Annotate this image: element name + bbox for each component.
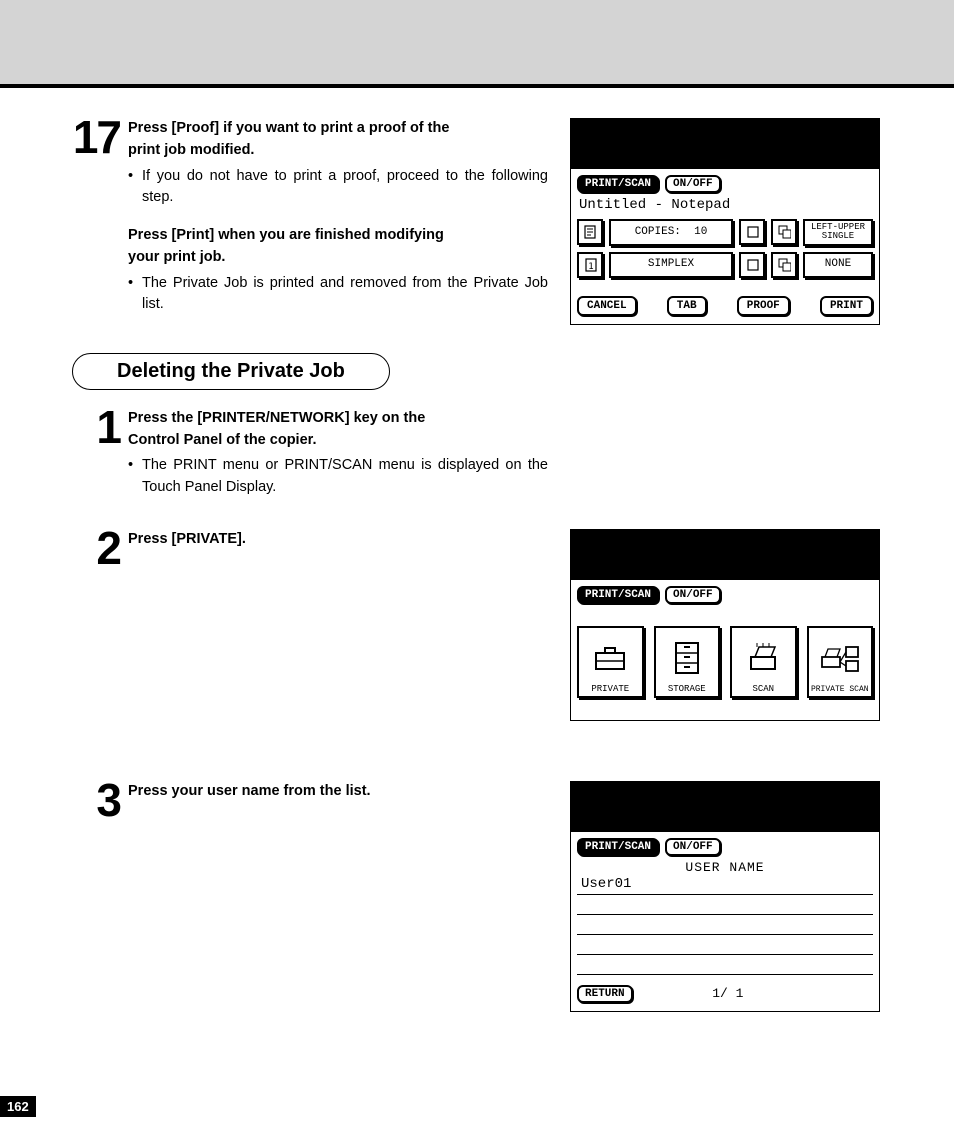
briefcase-icon <box>592 632 628 684</box>
document-name: Untitled - Notepad <box>579 197 873 213</box>
svg-text:1: 1 <box>588 262 593 272</box>
layout-icon-2[interactable] <box>771 252 797 278</box>
cabinet-icon <box>672 632 702 684</box>
step-1-number: 1 <box>68 408 128 447</box>
user-name-header: USER NAME <box>577 860 873 875</box>
onoff-button[interactable]: ON/OFF <box>665 175 721 193</box>
step-17-heading2-line1: Press [Print] when you are finished modi… <box>128 225 548 247</box>
printscan-button[interactable]: PRINT/SCAN <box>577 838 659 856</box>
copies-field[interactable]: COPIES: 10 <box>609 219 733 246</box>
step-2-heading: Press [PRIVATE]. <box>128 529 548 551</box>
tab-button[interactable]: TAB <box>667 296 707 316</box>
user-row-2[interactable] <box>577 895 873 915</box>
step-1-bullet: The PRINT menu or PRINT/SCAN menu is dis… <box>142 455 548 499</box>
onoff-button[interactable]: ON/OFF <box>665 838 721 856</box>
user-row-4[interactable] <box>577 935 873 955</box>
step-17-row: 17 Press [Proof] if you want to print a … <box>68 118 886 325</box>
step-17-heading-line1: Press [Proof] if you want to print a pro… <box>128 118 548 140</box>
print-button[interactable]: PRINT <box>820 296 873 316</box>
network-scanner-icon <box>820 632 860 685</box>
scanner-icon <box>745 632 781 684</box>
proof-button[interactable]: PROOF <box>737 296 790 316</box>
screen-blackbar <box>571 782 879 832</box>
page-counter: 1/ 1 <box>633 986 823 1001</box>
step-2-row: 2 Press [PRIVATE]. PRINT/SCAN ON/OFF <box>68 529 886 721</box>
section-title-wrap: Deleting the Private Job <box>72 353 886 390</box>
user-row-1[interactable]: User01 <box>577 875 873 895</box>
step-17-bullet-1: If you do not have to print a proof, pro… <box>142 166 548 210</box>
cancel-button[interactable]: CANCEL <box>577 296 637 316</box>
step-3-heading: Press your user name from the list. <box>128 781 548 803</box>
copier-screen-main-menu: PRINT/SCAN ON/OFF PRIVATE STORAGE <box>570 529 880 721</box>
printscan-button[interactable]: PRINT/SCAN <box>577 175 659 193</box>
document-icon[interactable] <box>577 219 603 245</box>
simplex-icon[interactable]: 1 <box>577 252 603 278</box>
printscan-button[interactable]: PRINT/SCAN <box>577 586 659 604</box>
section-title: Deleting the Private Job <box>72 353 390 390</box>
scan-menu-button[interactable]: SCAN <box>730 626 797 698</box>
simplex-field[interactable]: SIMPLEX <box>609 252 733 278</box>
step-17-heading2-line2: your print job. <box>128 247 548 269</box>
storage-menu-button[interactable]: STORAGE <box>654 626 721 698</box>
step-17-bullet-2: The Private Job is printed and removed f… <box>142 273 548 317</box>
step-1-heading-a: Press the [PRINTER/NETWORK] key on the <box>128 408 548 430</box>
staple-field[interactable]: LEFT-UPPER SINGLE <box>803 219 873 246</box>
step-3-number: 3 <box>68 781 128 820</box>
header-bar <box>0 0 954 88</box>
screen-blackbar <box>571 530 879 580</box>
private-menu-button[interactable]: PRIVATE <box>577 626 644 698</box>
step-1-row: 1 Press the [PRINTER/NETWORK] key on the… <box>68 408 886 499</box>
page-number: 162 <box>0 1096 36 1117</box>
page-icon-1[interactable] <box>739 219 765 245</box>
user-row-5[interactable] <box>577 955 873 975</box>
page-icon-2[interactable] <box>771 219 797 245</box>
step-1-heading-b: Control Panel of the copier. <box>128 430 548 452</box>
copier-screen-user-list: PRINT/SCAN ON/OFF USER NAME User01 RETUR… <box>570 781 880 1012</box>
onoff-button[interactable]: ON/OFF <box>665 586 721 604</box>
copier-screen-print-settings: PRINT/SCAN ON/OFF Untitled - Notepad COP… <box>570 118 880 325</box>
page-content: 17 Press [Proof] if you want to print a … <box>0 88 954 1145</box>
private-scan-menu-button[interactable]: PRIVATE SCAN <box>807 626 874 698</box>
step-17-heading-line2: print job modified. <box>128 140 548 162</box>
return-button[interactable]: RETURN <box>577 985 633 1003</box>
none-field[interactable]: NONE <box>803 252 873 278</box>
step-2-number: 2 <box>68 529 128 568</box>
step-17-number: 17 <box>68 118 128 157</box>
step-3-row: 3 Press your user name from the list. PR… <box>68 781 886 1012</box>
user-row-3[interactable] <box>577 915 873 935</box>
layout-icon-1[interactable] <box>739 252 765 278</box>
screen-blackbar <box>571 119 879 169</box>
